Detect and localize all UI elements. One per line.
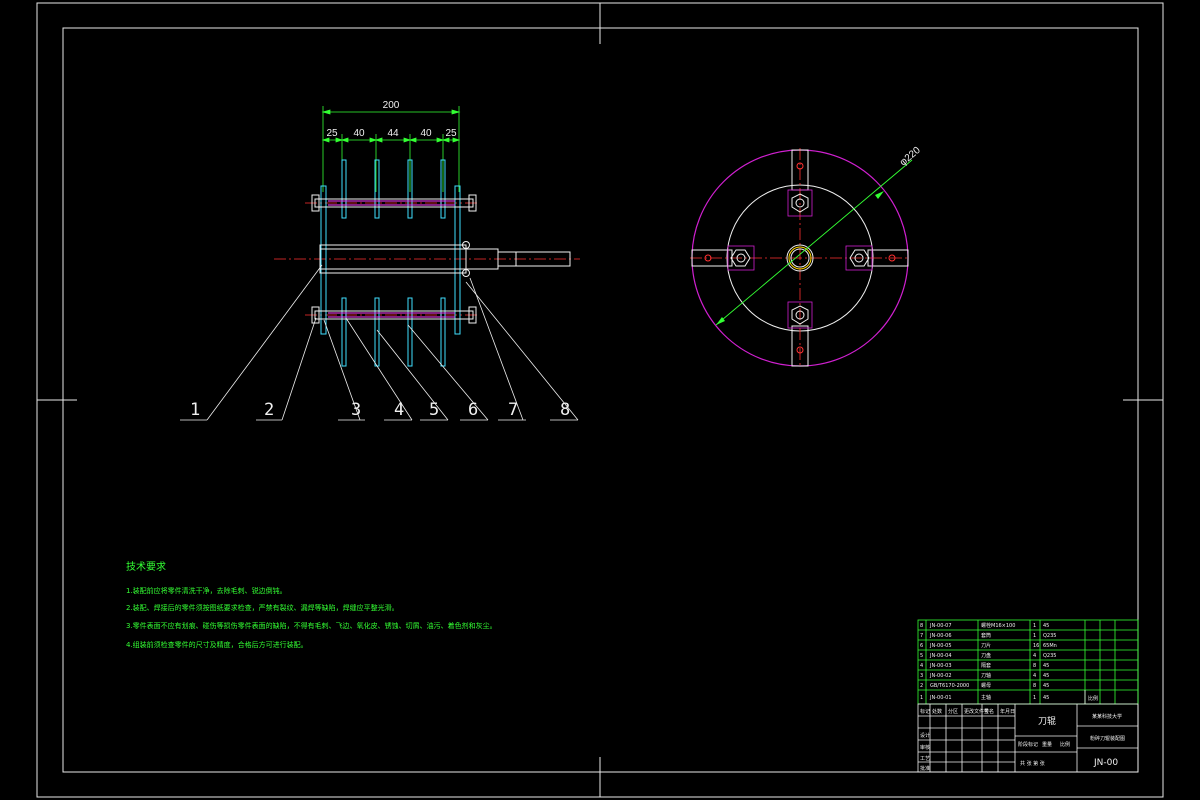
part-no: 2 xyxy=(920,683,923,689)
scale-label: 比例 xyxy=(1060,741,1070,748)
dim-segment-2: 40 xyxy=(353,128,365,139)
part-name: 主轴 xyxy=(981,694,991,701)
part-name: 刀轴 xyxy=(981,672,991,679)
part-no: 8 xyxy=(920,623,923,629)
part-no: 7 xyxy=(920,633,923,639)
sheet-border xyxy=(36,2,1164,798)
parts-scale-label: 比例 xyxy=(1088,695,1098,702)
part-code: JN-00-06 xyxy=(929,633,952,639)
weight-label: 重量 xyxy=(1042,741,1052,748)
technical-requirements: 技术要求 1.装配前应将零件清洗干净，去除毛刺、锐边倒钝。 2.装配、焊接后的零… xyxy=(126,560,497,649)
part-name: 套筒 xyxy=(981,632,991,639)
part-name: 螺母 xyxy=(981,682,991,689)
dim-segment-5: 25 xyxy=(445,128,457,139)
callout-5: 5 xyxy=(429,400,439,420)
title-block: 标记 处数 分区 更改文件号 签名 年月日 设计 审核 工艺 批准 刀辊 阶段标… xyxy=(917,690,1139,773)
front-view: 200 25 40 44 40 25 1 2 3 4 5 6 7 8 xyxy=(180,100,580,421)
header-label-date: 年月日 xyxy=(1000,708,1015,715)
notes-title: 技术要求 xyxy=(126,560,166,573)
callout-7: 7 xyxy=(508,400,518,420)
part-qty: 1 xyxy=(1033,623,1036,629)
callout-6: 6 xyxy=(468,400,478,420)
parts-rows: 8 JN-00-07 螺栓M16×100 1 45 7 JN-00-06 套筒 … xyxy=(920,622,1057,701)
header-label-count: 处数 xyxy=(932,708,942,715)
role-design: 设计 xyxy=(920,732,930,739)
part-code: JN-00-03 xyxy=(929,663,952,669)
notes-item-3: 3.零件表面不应有划痕、碰伤等损伤零件表面的缺陷，不得有毛刺、飞边、氧化皮、锈蚀… xyxy=(126,621,497,630)
dimension-lines xyxy=(321,106,461,192)
part-material: 45 xyxy=(1043,683,1049,689)
part-code: GB/T6170-2000 xyxy=(930,683,969,689)
callout-4: 4 xyxy=(394,400,404,420)
side-view: φ220 xyxy=(690,145,923,368)
part-qty: 8 xyxy=(1033,683,1036,689)
drawing-name: 刀辊 xyxy=(1038,715,1056,727)
dim-diameter: φ220 xyxy=(898,145,923,169)
part-qty: 16 xyxy=(1033,643,1039,649)
university-name: 某某科技大学 xyxy=(1092,713,1122,720)
notes-item-2: 2.装配、焊接后的零件须按图纸要求检查，严禁有裂纹、漏焊等缺陷，焊缝应平整光滑。 xyxy=(126,603,399,612)
part-qty: 1 xyxy=(1033,695,1036,701)
part-no: 5 xyxy=(920,653,923,659)
part-no: 6 xyxy=(920,643,923,649)
part-qty: 1 xyxy=(1033,633,1036,639)
assembly-name: 粉碎刀辊装配图 xyxy=(1090,735,1125,742)
part-material: Q235 xyxy=(1043,653,1056,659)
part-material: Q235 xyxy=(1043,633,1056,639)
sheet-count: 共 张 第 张 xyxy=(1020,760,1045,767)
part-code: JN-00-07 xyxy=(929,623,952,629)
part-qty: 4 xyxy=(1033,653,1036,659)
callout-1: 1 xyxy=(190,400,200,420)
part-material: 45 xyxy=(1043,695,1049,701)
part-code: JN-00-01 xyxy=(929,695,952,701)
part-qty: 4 xyxy=(1033,673,1036,679)
part-no: 4 xyxy=(920,663,923,669)
part-qty: 8 xyxy=(1033,663,1036,669)
dim-segment-4: 40 xyxy=(420,128,432,139)
part-name: 隔套 xyxy=(981,662,991,669)
header-label-zone: 分区 xyxy=(948,708,958,715)
callout-2: 2 xyxy=(264,400,274,420)
header-label-mark: 标记 xyxy=(920,708,930,715)
part-code: JN-00-02 xyxy=(929,673,952,679)
dim-segment-3: 44 xyxy=(387,128,399,139)
parts-list: 8 JN-00-07 螺栓M16×100 1 45 7 JN-00-06 套筒 … xyxy=(917,619,1139,705)
stage-mark-label: 阶段标记 xyxy=(1018,741,1038,748)
notes-item-1: 1.装配前应将零件清洗干净，去除毛刺、锐边倒钝。 xyxy=(126,586,287,595)
part-name: 刀盘 xyxy=(981,652,991,659)
part-material: 45 xyxy=(1043,663,1049,669)
drawing-number: JN-00 xyxy=(1093,758,1118,768)
part-no: 1 xyxy=(920,695,923,701)
part-material: 45 xyxy=(1043,623,1049,629)
notes-item-4: 4.组装前须检查零件的尺寸及精度，合格后方可进行装配。 xyxy=(126,640,308,649)
header-label-sign: 签名 xyxy=(984,708,994,715)
part-material: 45 xyxy=(1043,673,1049,679)
part-code: JN-00-04 xyxy=(929,653,952,659)
role-review: 审核 xyxy=(920,744,930,751)
dim-segment-1: 25 xyxy=(326,128,338,139)
part-code: JN-00-05 xyxy=(929,643,952,649)
part-material: 65Mn xyxy=(1043,643,1057,649)
dim-overall-length: 200 xyxy=(383,100,400,111)
cad-drawing-sheet: 200 25 40 44 40 25 1 2 3 4 5 6 7 8 φ220 … xyxy=(36,2,1164,798)
part-no: 3 xyxy=(920,673,923,679)
callout-8: 8 xyxy=(560,400,570,420)
callout-3: 3 xyxy=(351,400,361,420)
role-approve: 批准 xyxy=(920,765,930,772)
part-name: 刀片 xyxy=(981,642,991,649)
part-name: 螺栓M16×100 xyxy=(981,622,1015,629)
role-process: 工艺 xyxy=(920,756,930,762)
